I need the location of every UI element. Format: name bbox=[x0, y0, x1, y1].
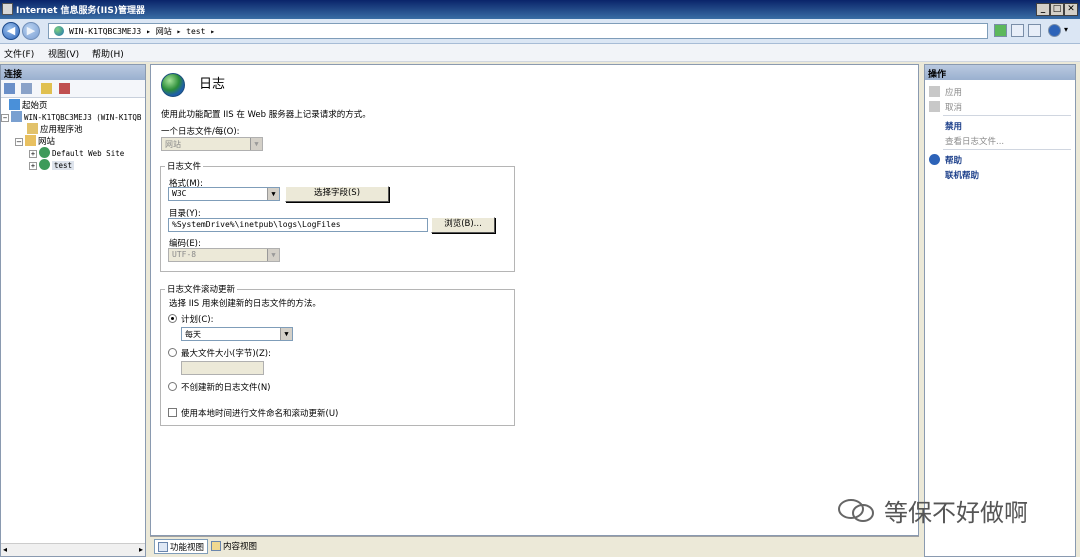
connections-toolbar bbox=[1, 80, 145, 98]
help-icon bbox=[929, 154, 940, 165]
remove-connection-icon[interactable] bbox=[59, 83, 70, 94]
horizontal-scrollbar[interactable]: ◂ ▸ bbox=[1, 543, 145, 556]
tree-item-server[interactable]: − WIN-K1TQBC3MEJ3 (WIN-K1TQB bbox=[1, 111, 141, 122]
directory-input[interactable]: %SystemDrive%\inetpub\logs\LogFiles bbox=[168, 218, 428, 232]
encoding-select[interactable]: UTF-8 ▼ bbox=[168, 248, 280, 262]
maximize-button[interactable]: □ bbox=[1050, 3, 1064, 16]
connect-icon[interactable] bbox=[4, 83, 15, 94]
chevron-down-icon: ▼ bbox=[267, 249, 279, 261]
log-file-legend: 日志文件 bbox=[165, 160, 204, 172]
wechat-icon bbox=[838, 499, 874, 522]
schedule-select[interactable]: 每天 ▼ bbox=[181, 327, 293, 341]
up-icon[interactable] bbox=[41, 83, 52, 94]
no-new-file-label: 不创建新的日志文件(N) bbox=[181, 383, 271, 393]
close-button[interactable]: ✕ bbox=[1064, 3, 1078, 16]
action-apply[interactable]: 应用 bbox=[945, 86, 962, 98]
help-icon[interactable] bbox=[1048, 24, 1061, 37]
max-size-radio[interactable] bbox=[168, 348, 177, 357]
go-icon[interactable] bbox=[994, 24, 1007, 37]
log-file-group: 日志文件 格式(M): W3C ▼ 选择字段(S) 目录(Y): %SystemD… bbox=[160, 160, 515, 272]
local-time-checkbox[interactable] bbox=[168, 408, 177, 417]
max-size-input[interactable] bbox=[181, 361, 264, 375]
server-icon bbox=[11, 111, 22, 122]
help-dropdown-icon[interactable]: ▾ bbox=[1064, 25, 1068, 34]
site-icon bbox=[39, 159, 50, 170]
address-bar[interactable]: WIN-K1TQBC3MEJ3 ▸ 网站 ▸ test ▸ bbox=[48, 23, 988, 39]
chevron-down-icon: ▼ bbox=[250, 138, 262, 150]
minimize-button[interactable]: _ bbox=[1036, 3, 1050, 16]
home-icon[interactable] bbox=[1028, 24, 1041, 37]
title-bar: Internet 信息服务(IIS)管理器 _ □ ✕ bbox=[0, 0, 1080, 19]
tree-item-test[interactable]: + test bbox=[29, 159, 75, 170]
browse-button[interactable]: 浏览(B)... bbox=[431, 217, 495, 233]
rollover-description: 选择 IIS 用来创建新的日志文件的方法。 bbox=[169, 299, 321, 309]
log-rollover-group: 日志文件滚动更新 选择 IIS 用来创建新的日志文件的方法。 计划(C): 每天… bbox=[160, 283, 515, 426]
action-view-log-files[interactable]: 查看日志文件... bbox=[945, 135, 1004, 147]
action-disable[interactable]: 禁用 bbox=[945, 120, 962, 132]
connections-header: 连接 bbox=[1, 65, 145, 80]
back-icon[interactable]: ◀ bbox=[2, 22, 20, 40]
tab-content-view[interactable]: 内容视图 bbox=[208, 539, 260, 554]
breadcrumb[interactable]: WIN-K1TQBC3MEJ3 ▸ 网站 ▸ test ▸ bbox=[69, 26, 215, 37]
apply-icon bbox=[929, 86, 940, 97]
expand-icon[interactable]: + bbox=[29, 150, 37, 158]
log-rollover-legend: 日志文件滚动更新 bbox=[165, 283, 238, 295]
start-page-icon bbox=[9, 99, 20, 110]
schedule-radio[interactable] bbox=[168, 314, 177, 323]
app-icon bbox=[2, 3, 13, 15]
menu-file[interactable]: 文件(F) bbox=[4, 47, 34, 60]
collapse-icon[interactable]: − bbox=[1, 114, 9, 122]
action-cancel[interactable]: 取消 bbox=[945, 101, 962, 113]
page-title: 日志 bbox=[199, 77, 226, 92]
view-tabs: 功能视图 内容视图 bbox=[150, 536, 919, 557]
tab-features-view[interactable]: 功能视图 bbox=[154, 539, 209, 554]
collapse-icon[interactable]: − bbox=[15, 138, 23, 146]
tree-item-default-site[interactable]: + Default Web Site bbox=[29, 147, 124, 158]
save-icon[interactable] bbox=[21, 83, 32, 94]
menu-help[interactable]: 帮助(H) bbox=[92, 47, 124, 60]
feature-pane: 日志 使用此功能配置 IIS 在 Web 服务器上记录请求的方式。 一个日志文件… bbox=[150, 64, 919, 536]
local-time-label: 使用本地时间进行文件命名和滚动更新(U) bbox=[181, 409, 339, 419]
menu-bar: 文件(F) 视图(V) 帮助(H) bbox=[0, 44, 1080, 62]
scroll-right-icon[interactable]: ▸ bbox=[139, 545, 143, 554]
divider bbox=[943, 115, 1071, 116]
content-view-icon bbox=[211, 541, 221, 551]
chevron-down-icon: ▼ bbox=[280, 328, 292, 340]
divider bbox=[943, 149, 1071, 150]
one-log-select[interactable]: 网站 ▼ bbox=[161, 137, 263, 151]
connections-pane: 连接 起始页 − WIN-K1TQBC3MEJ3 (WIN-K1TQB 应用程序池… bbox=[0, 64, 146, 557]
tree-item-start-page[interactable]: 起始页 bbox=[9, 99, 48, 111]
feature-description: 使用此功能配置 IIS 在 Web 服务器上记录请求的方式。 bbox=[161, 110, 371, 120]
app-pool-icon bbox=[27, 123, 38, 134]
site-icon bbox=[39, 147, 50, 158]
max-size-label: 最大文件大小(字节)(Z): bbox=[181, 349, 271, 359]
format-select[interactable]: W3C ▼ bbox=[168, 187, 280, 201]
features-view-icon bbox=[158, 542, 168, 552]
action-help[interactable]: 帮助 bbox=[945, 154, 962, 166]
select-fields-button[interactable]: 选择字段(S) bbox=[285, 186, 389, 202]
globe-icon bbox=[54, 26, 64, 36]
menu-view[interactable]: 视图(V) bbox=[48, 47, 79, 60]
one-log-label: 一个日志文件/每(O): bbox=[161, 127, 240, 137]
watermark-text: 等保不好做啊 bbox=[884, 499, 1028, 527]
folder-icon bbox=[25, 135, 36, 146]
schedule-label: 计划(C): bbox=[181, 315, 214, 325]
expand-icon[interactable]: + bbox=[29, 162, 37, 170]
action-online-help[interactable]: 联机帮助 bbox=[945, 169, 979, 181]
logging-icon bbox=[161, 73, 185, 97]
tree-item-app-pools[interactable]: 应用程序池 bbox=[27, 123, 83, 135]
no-new-file-radio[interactable] bbox=[168, 382, 177, 391]
window-title: Internet 信息服务(IIS)管理器 bbox=[16, 6, 145, 16]
forward-icon[interactable]: ▶ bbox=[22, 22, 40, 40]
stop-icon[interactable] bbox=[1011, 24, 1024, 37]
chevron-down-icon: ▼ bbox=[267, 188, 279, 200]
actions-pane: 操作 应用 取消 禁用 查看日志文件... 帮助 联机帮助 bbox=[924, 64, 1076, 557]
actions-header: 操作 bbox=[925, 65, 1075, 80]
scroll-left-icon[interactable]: ◂ bbox=[3, 545, 7, 554]
cancel-icon bbox=[929, 101, 940, 112]
address-toolbar: ◀ ▶ WIN-K1TQBC3MEJ3 ▸ 网站 ▸ test ▸ ▾ bbox=[0, 19, 1080, 44]
tree-item-sites[interactable]: − 网站 bbox=[15, 135, 55, 147]
